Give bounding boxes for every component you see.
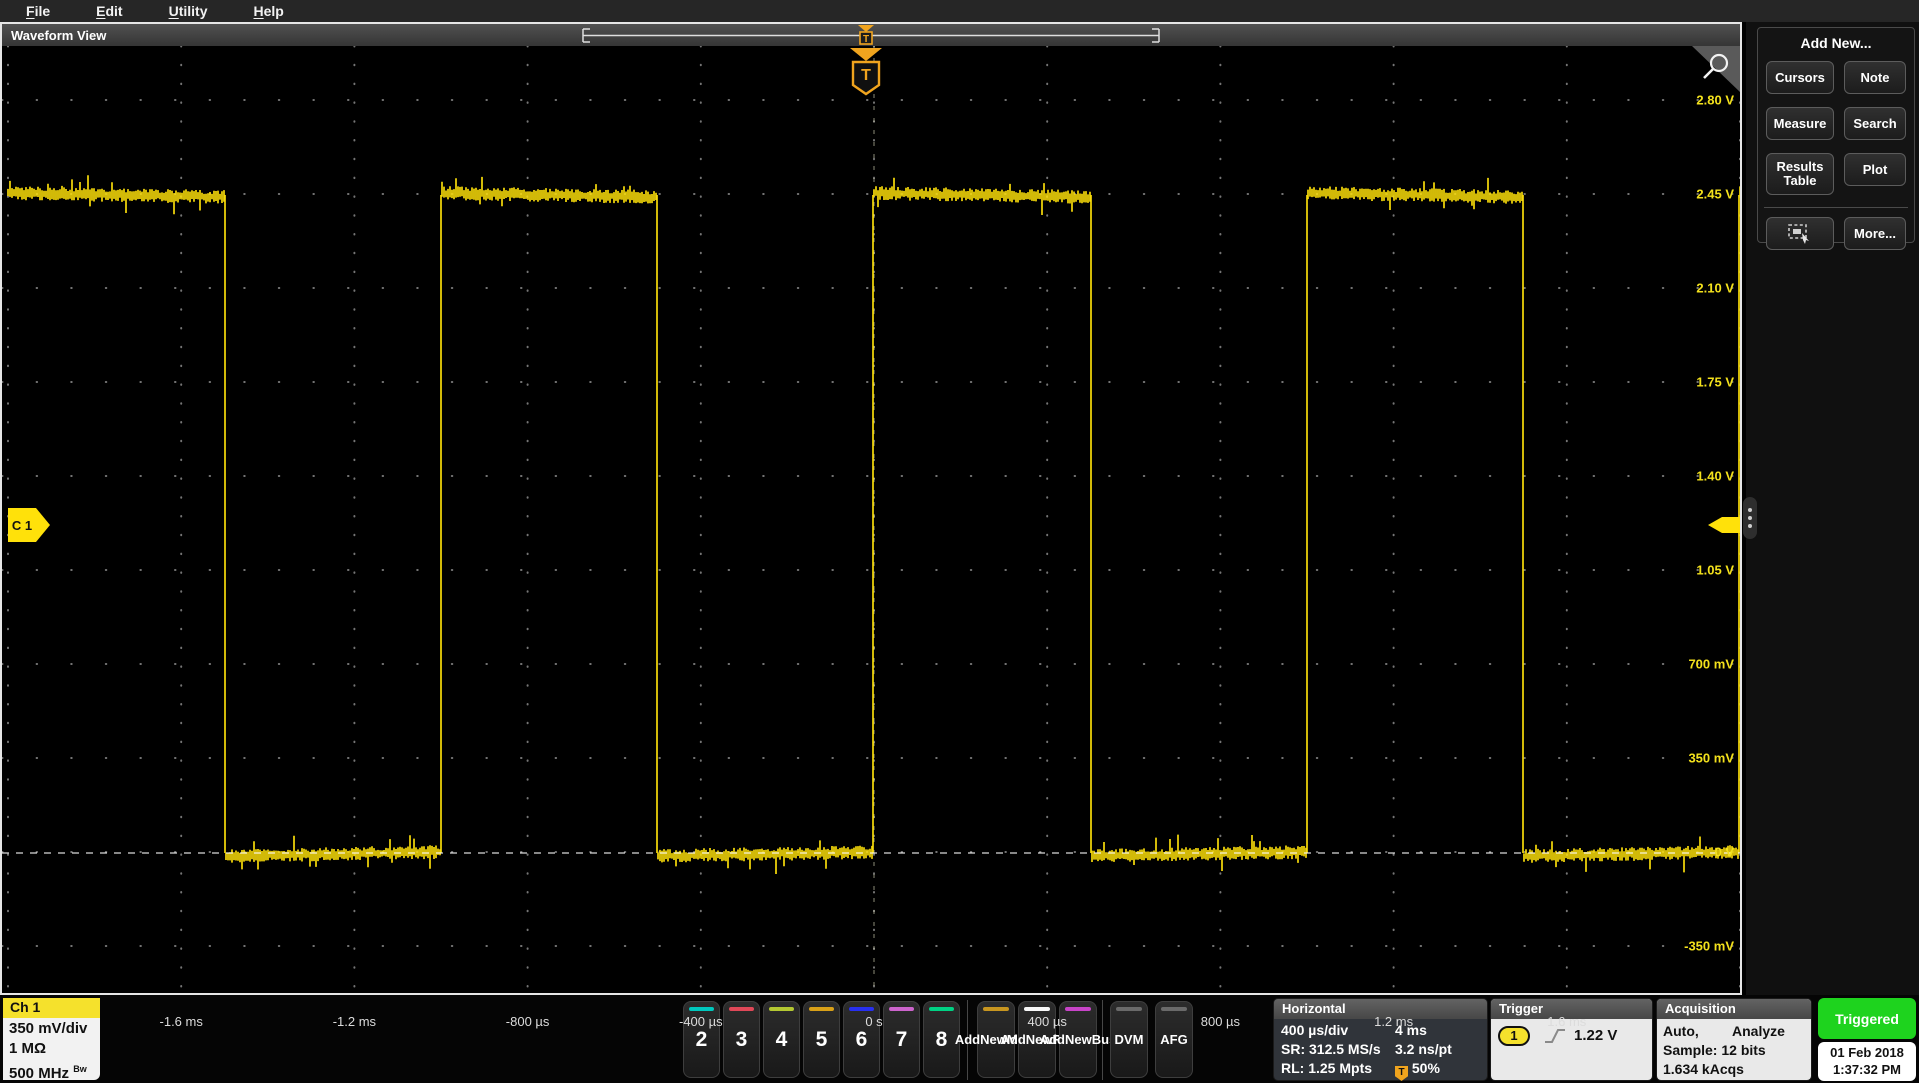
- channel-5-button[interactable]: 5: [803, 1001, 840, 1078]
- y-axis-label: 2.80 V: [1696, 93, 1734, 108]
- dvm-button[interactable]: DVM: [1110, 1001, 1148, 1078]
- menu-file[interactable]: File: [26, 3, 50, 19]
- trigger-level-arrow[interactable]: [1708, 517, 1740, 533]
- y-axis-label: 350 mV: [1688, 751, 1734, 766]
- afg-button[interactable]: AFG: [1155, 1001, 1193, 1078]
- y-axis-label: -350 mV: [1684, 939, 1734, 954]
- menu-utility[interactable]: Utility: [169, 3, 208, 19]
- channel-7-color-stripe: [889, 1007, 914, 1011]
- trigger-level: 1.22 V: [1574, 1027, 1617, 1044]
- channel1-settings: 350 mV/div 1 MΩ 500 MHz Bw: [3, 1018, 100, 1080]
- channel1-bandwidth: 500 MHz: [9, 1065, 69, 1080]
- add-new-title: Add New...: [1758, 35, 1914, 51]
- x-axis-label: 1.2 ms: [1374, 1014, 1413, 1029]
- graticule-dots-horizontal: [2, 100, 1740, 946]
- channel1-impedance: 1 MΩ: [9, 1040, 46, 1057]
- channel-2-button[interactable]: 2: [683, 1001, 720, 1078]
- y-axis-label: 0 V: [1714, 845, 1734, 860]
- trigger-position-caret-icon[interactable]: [858, 25, 874, 32]
- dvm-stripe: [1116, 1007, 1142, 1011]
- time: 1:37:32 PM: [1833, 1062, 1901, 1077]
- menu-help[interactable]: Help: [254, 3, 284, 19]
- math-color-stripe: [983, 1007, 1009, 1011]
- channel-2-color-stripe: [689, 1007, 714, 1011]
- y-axis-label: 700 mV: [1688, 657, 1734, 672]
- zoom-corner[interactable]: [1692, 46, 1740, 92]
- y-axis-label: 1.40 V: [1696, 469, 1734, 484]
- trigger-marker-letter: T: [861, 67, 871, 84]
- ref-color-stripe: [1024, 1007, 1050, 1011]
- x-axis-label: -1.2 ms: [333, 1014, 376, 1029]
- acquisition-panel-title: Acquisition: [1657, 999, 1811, 1019]
- channel1-scale: 350 mV/div: [9, 1020, 87, 1037]
- afg-stripe: [1161, 1007, 1187, 1011]
- bus-color-stripe: [1065, 1007, 1091, 1011]
- trigger-flag-icon: T: [1395, 1066, 1408, 1081]
- magnifier-handle-icon: [1704, 69, 1713, 78]
- horizontal-position: T 50%: [1395, 1060, 1440, 1081]
- add-new-plot-button[interactable]: Plot: [1844, 153, 1906, 186]
- channel-5-color-stripe: [809, 1007, 834, 1011]
- triggered-status-badge: Triggered: [1818, 998, 1916, 1039]
- x-axis-label: -800 µs: [506, 1014, 550, 1029]
- acquisition-sample: Sample: 12 bits: [1663, 1042, 1766, 1058]
- add-new-panel: Add New... Cursors Note Measure Search Resul…: [1757, 27, 1915, 243]
- add-new-note-button[interactable]: Note: [1844, 61, 1906, 94]
- add-new-search-button[interactable]: Search: [1844, 107, 1906, 140]
- datetime-display: 01 Feb 2018 1:37:32 PM: [1818, 1042, 1916, 1081]
- y-axis-label: 1.75 V: [1696, 375, 1734, 390]
- acquisition-mode: Auto,: [1663, 1023, 1699, 1039]
- channel-3-button[interactable]: 3: [723, 1001, 760, 1078]
- add-new-measure-button[interactable]: Measure: [1766, 107, 1834, 140]
- draw-zoom-box-icon: [1787, 223, 1813, 245]
- channel1-flag-label: C 1: [12, 518, 32, 533]
- x-axis-label: -400 µs: [679, 1014, 723, 1029]
- y-axis-label: 2.10 V: [1696, 281, 1734, 296]
- x-axis-label: 400 µs: [1028, 1014, 1067, 1029]
- acquisition-count: 1.634 kAcqs: [1663, 1061, 1744, 1077]
- channel-6-button[interactable]: 6: [843, 1001, 880, 1078]
- trigger-marker-caret-icon[interactable]: [850, 48, 882, 61]
- x-axis-label: 800 µs: [1201, 1014, 1240, 1029]
- channel-8-color-stripe: [929, 1007, 954, 1011]
- x-axis-label: 1.6 ms: [1547, 1014, 1586, 1029]
- horizontal-sample-rate: SR: 312.5 MS/s: [1281, 1041, 1381, 1057]
- menu-edit[interactable]: Edit: [96, 3, 122, 19]
- channel-4-button[interactable]: 4: [763, 1001, 800, 1078]
- channel1-bw-limit: Bw: [73, 1064, 87, 1074]
- channel-3-color-stripe: [729, 1007, 754, 1011]
- more-button[interactable]: More...: [1844, 217, 1906, 250]
- horizontal-resolution: 3.2 ns/pt: [1395, 1041, 1452, 1057]
- date: 01 Feb 2018: [1830, 1045, 1904, 1060]
- horizontal-scale: 400 µs/div: [1281, 1022, 1348, 1038]
- draw-zoom-box-button[interactable]: [1766, 217, 1834, 250]
- x-axis-label: -1.6 ms: [160, 1014, 203, 1029]
- y-axis-label: 1.05 V: [1696, 563, 1734, 578]
- panel-drag-handle[interactable]: [1743, 497, 1757, 539]
- horizontal-record-length: RL: 1.25 Mpts: [1281, 1060, 1372, 1076]
- acquisition-analyze: Analyze: [1732, 1023, 1785, 1039]
- channel-7-button[interactable]: 7: [883, 1001, 920, 1078]
- menu-bar: File Edit Utility Help: [0, 0, 1919, 22]
- trigger-position-letter: T: [863, 34, 869, 45]
- add-new-grid: Cursors Note Measure Search Results Table Plo…: [1758, 51, 1914, 195]
- y-axis-label: 2.45 V: [1696, 187, 1734, 202]
- channel1-name: Ch 1: [3, 998, 100, 1018]
- channel1-badge[interactable]: Ch 1 350 mV/div 1 MΩ 500 MHz Bw: [3, 998, 100, 1080]
- channel-6-color-stripe: [849, 1007, 874, 1011]
- x-axis-label: 0 s: [865, 1014, 882, 1029]
- horizontal-position-indicator[interactable]: T: [2, 24, 1740, 46]
- add-new-bus-button[interactable]: AddNewBus: [1059, 1001, 1097, 1078]
- add-new-results-table-button[interactable]: Results Table: [1766, 153, 1834, 195]
- graticule[interactable]: C 1 T 2.80 V 2.45 V 2.10 V 1.75 V 1.40 V 1.05 …: [2, 46, 1740, 993]
- channel-4-color-stripe: [769, 1007, 794, 1011]
- trigger-source-badge: 1: [1498, 1026, 1530, 1046]
- rising-edge-icon: [1543, 1027, 1567, 1045]
- add-new-cursors-button[interactable]: Cursors: [1766, 61, 1834, 94]
